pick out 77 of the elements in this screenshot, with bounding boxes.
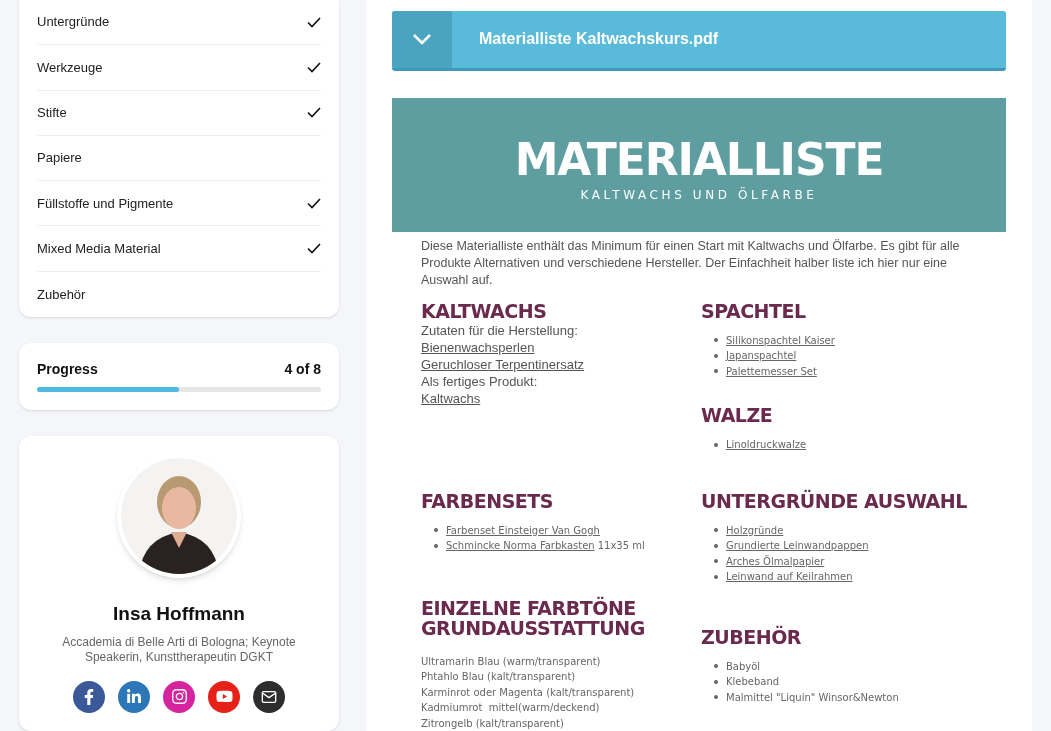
author-bio: Accademia di Belle Arti di Bologna; Keynote Speakerin, Kunsttherapeutin DGKT	[61, 634, 297, 665]
linkedin-icon	[126, 688, 142, 705]
list-item: Malmittel "Liquin" Winsor&Newton	[726, 690, 899, 705]
bullet-icon	[714, 574, 718, 579]
lesson-item[interactable]: Werkzeuge	[37, 45, 321, 91]
bullet-icon	[714, 353, 718, 358]
product-link[interactable]: Silikonspachtel Kaiser	[726, 332, 835, 348]
product-link[interactable]: Schmincke Norma Farbkasten	[446, 538, 595, 554]
attachment-title: Materialliste Kaltwachskurs.pdf	[479, 29, 719, 50]
checkmark-icon	[307, 16, 321, 28]
product-link[interactable]: Japanspachtel	[726, 348, 797, 364]
list-text: Zutaten für die Herstellung:	[421, 321, 579, 339]
lesson-title: Untergründe	[37, 13, 110, 32]
product-link[interactable]: Geruchloser Terpentinersatz	[421, 355, 585, 373]
bullet-icon	[714, 559, 718, 564]
progress-label: Progress	[37, 360, 98, 380]
size-text: 11x35 ml	[597, 539, 645, 553]
checkmark-icon	[307, 61, 321, 73]
list-item: Klebeband	[726, 675, 780, 689]
document-intro: Diese Materialliste enthält das Minimum für einen Start mit Kaltwachs und Ölfarbe. Es gibt für alle Produkte Alternativen und verschiedene Hersteller. Der Einfachheit halber liste ich hier nur eine Auswahl auf.	[420, 237, 961, 289]
product-link[interactable]: Kaltwachs	[421, 389, 481, 407]
bullet-icon	[714, 664, 718, 669]
list-item: Babyöl	[726, 659, 761, 674]
lesson-title: Mixed Media Material	[37, 239, 161, 258]
checkmark-icon	[307, 197, 321, 209]
document-title: MATERIALLISTE	[514, 135, 884, 184]
lesson-title: Stifte	[37, 104, 67, 122]
bullet-icon	[714, 695, 718, 700]
lesson-item[interactable]: Füllstoffe und Pigmente	[37, 181, 321, 227]
bullet-icon	[434, 543, 438, 548]
section-heading: SPACHTEL	[701, 300, 807, 321]
lesson-title: Füllstoffe und Pigmente	[37, 194, 174, 213]
lesson-item[interactable]: Papiere	[37, 135, 321, 182]
section-heading: WALZE	[701, 405, 774, 425]
lesson-item[interactable]: Stifte	[37, 90, 321, 136]
color-item: Ultramarin Blau (warm/transparent)	[421, 654, 602, 669]
instagram-icon	[170, 688, 188, 706]
section-heading: KALTWACHS	[421, 300, 548, 321]
color-item: Kadmiumrot mittel(warm/deckend)	[421, 701, 601, 715]
section-heading: ZUBEHÖR	[701, 626, 803, 647]
product-link[interactable]: Linoldruckwalze	[726, 437, 807, 453]
bullet-icon	[714, 369, 718, 374]
product-link[interactable]: Farbenset Einsteiger Van Gogh	[446, 522, 600, 538]
chevron-icon	[412, 33, 432, 46]
color-item: Zitrongelb (kalt/transparent)	[421, 716, 565, 731]
section-heading: FARBENSETS	[421, 490, 555, 511]
checkmark-icon	[307, 107, 321, 119]
product-link[interactable]: Holzgründe	[726, 522, 784, 538]
list-text: Als fertiges Produkt:	[421, 372, 539, 390]
social-button[interactable]	[253, 680, 285, 713]
lesson-title: Papiere	[37, 149, 82, 168]
bullet-icon	[714, 528, 718, 533]
bullet-icon	[714, 442, 718, 447]
color-item: Phtahlo Blau (kalt/transparent)	[421, 670, 577, 684]
lesson-item[interactable]: Mixed Media Material	[37, 226, 321, 272]
checkmark-icon	[307, 243, 321, 255]
product-link[interactable]: Palettemesser Set	[726, 363, 817, 379]
author-name: Insa Hoffmann	[113, 602, 245, 627]
product-link[interactable]: Bienenwachsperlen	[421, 338, 535, 356]
lesson-item[interactable]: Untergründe	[37, 0, 321, 46]
document-subtitle: KALTWACHS UND ÖLFARBE	[580, 186, 818, 204]
bullet-icon	[714, 679, 718, 684]
email-icon	[261, 688, 277, 705]
section-heading: UNTERGRÜNDE AUSWAHL	[701, 490, 968, 511]
product-link[interactable]: Arches Ölmalpapier	[726, 553, 825, 569]
lesson-item[interactable]: Zubehör	[37, 271, 321, 318]
lesson-title: Zubehör	[37, 285, 86, 304]
social-button[interactable]	[73, 680, 105, 713]
progress-count: 4 of 8	[284, 360, 321, 380]
product-link[interactable]: Leinwand auf Keilrahmen	[726, 569, 853, 585]
product-link[interactable]: Grundierte Leinwandpappen	[726, 538, 869, 554]
bullet-icon	[434, 528, 438, 533]
bullet-icon	[714, 338, 718, 343]
section-heading: EINZELNE FARBTÖNE GRUNDAUSSTATTUNG	[421, 597, 646, 638]
color-item: Karminrot oder Magenta (kalt/transparent)	[421, 685, 636, 700]
bullet-icon	[714, 543, 718, 548]
lesson-title: Werkzeuge	[37, 58, 103, 77]
